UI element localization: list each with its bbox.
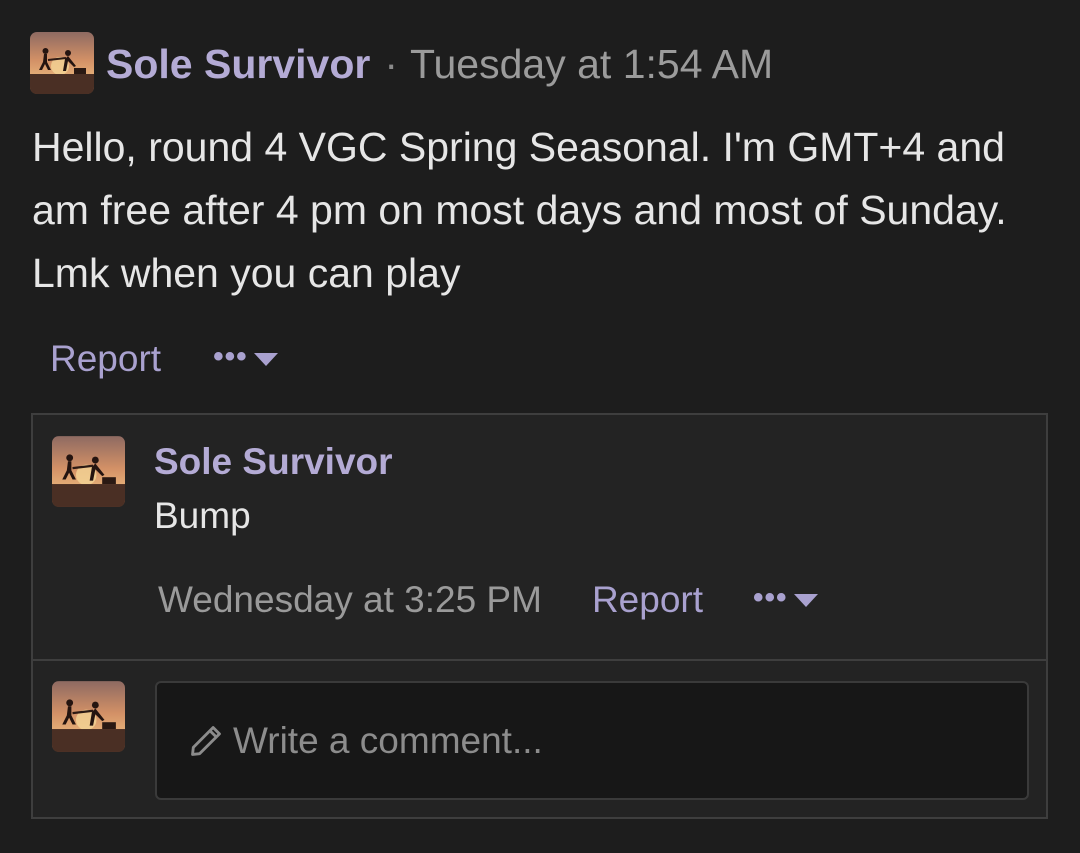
header-separator: · — [384, 40, 398, 87]
comment-timestamp[interactable]: Wednesday at 3:25 PM — [158, 579, 542, 621]
comment-message: Bump — [154, 495, 251, 536]
post-timestamp[interactable]: Tuesday at 1:54 AM — [410, 41, 773, 88]
more-dots-icon: ••• — [753, 581, 788, 614]
pencil-icon — [191, 725, 221, 756]
author-avatar[interactable] — [30, 32, 94, 94]
post-message: Hello, round 4 VGC Spring Seasonal. I'm … — [32, 124, 1007, 296]
post-actions: Report ••• — [50, 336, 278, 382]
caret-down-icon — [253, 352, 278, 366]
comment-more-menu-button[interactable]: ••• — [753, 581, 818, 615]
comment-report-link[interactable]: Report — [592, 579, 703, 621]
more-dots-icon: ••• — [213, 340, 248, 373]
comment-author-avatar[interactable] — [52, 436, 125, 507]
write-comment-input[interactable]: Write a comment... — [155, 681, 1029, 800]
comment-list: Sole Survivor Bump Wednesday at 3:25 PM … — [31, 413, 1048, 819]
comment-divider — [33, 659, 1046, 661]
write-comment-placeholder: Write a comment... — [233, 719, 543, 761]
post-report-link[interactable]: Report — [50, 338, 161, 380]
profile-post-page: Sole Survivor · Tuesday at 1:54 AM Hello… — [0, 0, 1080, 853]
post-header: Sole Survivor · Tuesday at 1:54 AM — [106, 38, 773, 90]
comment-author-name-link[interactable]: Sole Survivor — [154, 439, 393, 485]
comment-actions: Wednesday at 3:25 PM Report ••• — [158, 577, 818, 623]
author-name-link[interactable]: Sole Survivor — [106, 41, 370, 88]
current-user-avatar[interactable] — [52, 681, 125, 752]
caret-down-icon — [793, 593, 818, 607]
post-more-menu-button[interactable]: ••• — [213, 340, 278, 374]
